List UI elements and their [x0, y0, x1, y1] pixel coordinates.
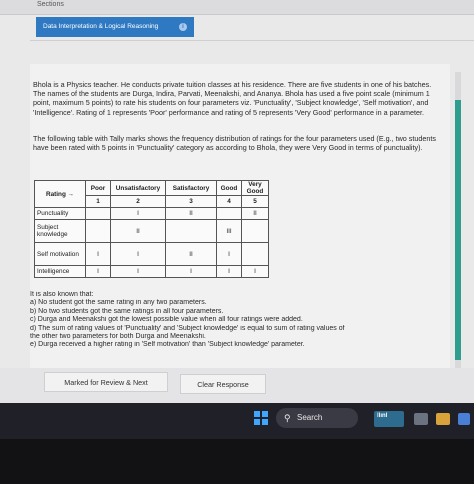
tally-cell: I — [165, 265, 217, 278]
taskbar-app-icon[interactable] — [458, 413, 470, 425]
rating-header: Rating → — [34, 180, 86, 208]
taskbar-search[interactable]: ⚲ Search — [276, 408, 358, 428]
points-cell: 3 — [165, 195, 217, 208]
points-cell: 5 — [241, 195, 269, 208]
tally-cell: II — [165, 207, 217, 220]
search-icon: ⚲ — [284, 413, 291, 423]
widget-label: ǀlınl — [377, 413, 388, 419]
clear-response-button[interactable]: Clear Response — [180, 374, 266, 394]
tally-cell — [165, 219, 217, 243]
tally-cell: I — [110, 265, 166, 278]
condition-item: the other two parameters for both Durga … — [30, 333, 206, 341]
table-header-row: Rating → Poor Unsatisfactory Satisfactor… — [34, 180, 269, 208]
conditions-list: It is also known that: a) No student got… — [30, 291, 450, 350]
tally-cell: I — [85, 242, 111, 266]
condition-item: b) No two students got the same ratings … — [30, 307, 224, 315]
table-row: Intelligence I I I I I — [34, 265, 269, 278]
section-tab-dilr[interactable]: Data Interpretation & Logical Reasoning … — [36, 17, 194, 37]
action-footer: Marked for Review & Next Clear Response — [0, 368, 474, 403]
tally-cell: I — [110, 242, 166, 266]
tally-cell — [241, 242, 269, 266]
condition-item: c) Durga and Meenakshi got the lowest po… — [30, 316, 303, 324]
tally-cell — [85, 219, 111, 243]
table-row: Self motivation I I II I — [34, 242, 269, 266]
column-header: Good — [216, 180, 242, 196]
question-paragraph-1: Bhola is a Physics teacher. He conducts … — [33, 80, 432, 117]
mark-for-review-button[interactable]: Marked for Review & Next — [44, 372, 168, 392]
points-cell: 4 — [216, 195, 242, 208]
tally-cell: I — [110, 207, 166, 220]
table-row: Subject knowledge II III — [34, 219, 269, 243]
tally-cell — [85, 207, 111, 220]
tally-cell: I — [216, 242, 242, 266]
windows-start-icon[interactable] — [254, 411, 268, 425]
tally-cell: I — [85, 265, 111, 278]
scrollbar-thumb[interactable] — [455, 100, 461, 360]
table-row: Punctuality I II II — [34, 207, 269, 220]
taskbar-app-icon[interactable] — [414, 413, 428, 425]
row-label: Punctuality — [34, 207, 86, 220]
conditions-intro: It is also known that: — [30, 291, 94, 298]
tally-cell — [216, 207, 242, 220]
tally-cell: II — [110, 219, 166, 243]
condition-item: d) The sum of rating values of 'Punctual… — [30, 324, 345, 332]
column-header: Unsatisfactory — [110, 180, 166, 196]
question-paragraph-2: The following table with Tally marks sho… — [33, 134, 436, 153]
sections-label: Sections — [37, 1, 64, 8]
weather-widget-icon[interactable]: ǀlınl — [374, 411, 404, 427]
condition-item: a) No student got the same rating in any… — [30, 299, 207, 307]
condition-item: e) Durga received a higher rating in 'Se… — [30, 341, 305, 349]
column-header: Poor — [85, 180, 111, 196]
tally-cell: II — [241, 207, 269, 220]
search-label: Search — [297, 413, 323, 422]
points-cell: 2 — [110, 195, 166, 208]
column-header: Very Good — [241, 180, 269, 196]
row-label: Subject knowledge — [34, 219, 86, 243]
row-label: Intelligence — [34, 265, 86, 278]
tally-cell — [241, 219, 269, 243]
divider — [30, 40, 474, 41]
file-explorer-icon[interactable] — [436, 413, 450, 425]
tally-table: Rating → Poor Unsatisfactory Satisfactor… — [34, 180, 269, 278]
section-tab-label: Data Interpretation & Logical Reasoning — [43, 23, 159, 30]
taskbar: ⚲ Search ǀlınl — [0, 403, 474, 439]
points-cell: 1 — [85, 195, 111, 208]
row-label: Self motivation — [34, 242, 86, 266]
question-panel: Bhola is a Physics teacher. He conducts … — [30, 64, 450, 370]
column-header: Satisfactory — [165, 180, 217, 196]
tally-cell: I — [216, 265, 242, 278]
tally-cell: III — [216, 219, 242, 243]
sections-bar: Sections — [0, 0, 474, 15]
exam-window: Sections Data Interpretation & Logical R… — [0, 0, 474, 403]
info-icon[interactable]: i — [179, 23, 187, 31]
monitor-bezel — [0, 439, 474, 484]
tally-cell: II — [165, 242, 217, 266]
tally-cell: I — [241, 265, 269, 278]
